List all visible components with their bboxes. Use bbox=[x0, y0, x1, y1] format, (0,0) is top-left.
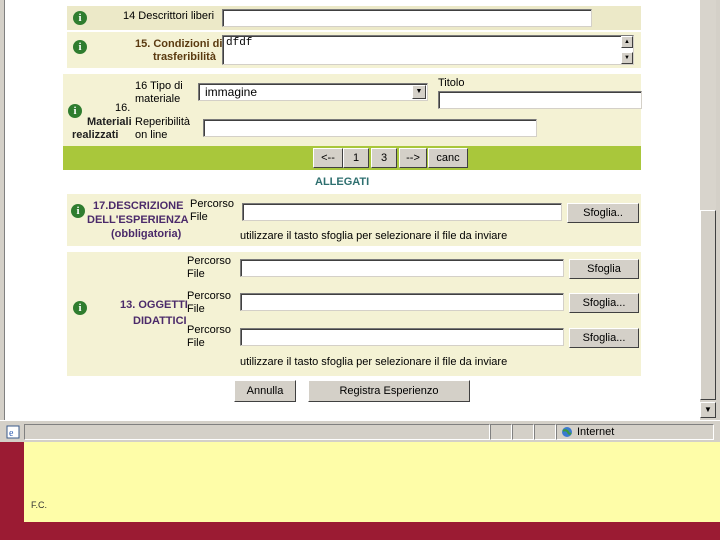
scroll-down-icon[interactable]: ▼ bbox=[621, 52, 633, 64]
status-cell bbox=[534, 424, 556, 440]
status-message bbox=[24, 424, 490, 440]
condizioni-textarea[interactable]: dfdf bbox=[222, 35, 634, 65]
info-icon[interactable]: i bbox=[71, 204, 85, 218]
next-button[interactable]: --> bbox=[399, 148, 427, 168]
globe-icon bbox=[562, 427, 572, 437]
browse-button[interactable]: Sfoglia bbox=[569, 259, 639, 279]
descrizione-label-3: (obbligatoria) bbox=[111, 228, 182, 240]
info-icon[interactable]: i bbox=[73, 40, 87, 54]
status-bar: e Internet bbox=[0, 420, 720, 442]
tipo-label: 16 Tipo di bbox=[135, 80, 183, 92]
chevron-down-icon[interactable]: ▼ bbox=[412, 85, 426, 99]
reperibilita-label-2: on line bbox=[135, 129, 168, 141]
row-descrittori: i 14 Descrittori liberi bbox=[67, 6, 641, 30]
slide-footer-panel: F.C. bbox=[24, 442, 720, 522]
materiali-label-2: Materiali bbox=[87, 116, 132, 128]
prev-button[interactable]: <-- bbox=[313, 148, 343, 168]
row-condizioni: i 15. Condizioni di trasferibilità dfdf … bbox=[67, 32, 641, 68]
browse-button[interactable]: Sfoglia... bbox=[569, 328, 639, 348]
status-zone-label: Internet bbox=[577, 426, 615, 438]
status-cell bbox=[490, 424, 512, 440]
oggetti-label: 13. OGGETTI bbox=[120, 299, 188, 311]
allegati-title: ALLEGATI bbox=[315, 176, 370, 188]
path-label-2: File bbox=[187, 303, 205, 315]
materiali-label: 16. bbox=[115, 102, 131, 114]
path-label: Percorso bbox=[187, 255, 232, 267]
annulla-button[interactable]: Annulla bbox=[234, 380, 296, 402]
info-icon[interactable]: i bbox=[73, 301, 87, 315]
tipo-label-2: materiale bbox=[135, 93, 181, 105]
svg-text:e: e bbox=[9, 428, 14, 439]
window-right-border bbox=[716, 0, 720, 440]
condizioni-label: 15. Condizioni di bbox=[135, 38, 223, 50]
oggetti-label-2: DIDATTICI bbox=[133, 315, 187, 327]
browse-button[interactable]: Sfoglia... bbox=[569, 293, 639, 313]
path-label: Percorso bbox=[187, 324, 232, 336]
row-materiali: i 16. Materiali realizzati 16 Tipo di ma… bbox=[63, 74, 642, 146]
descrittori-label: 14 Descrittori liberi bbox=[123, 10, 215, 22]
browse-hint: utilizzare il tasto sfoglia per selezion… bbox=[240, 230, 508, 242]
row-oggetti: i 13. OGGETTI DIDATTICI Percorso File Sf… bbox=[67, 252, 641, 376]
page-icon: e bbox=[5, 424, 21, 440]
info-icon[interactable]: i bbox=[73, 11, 87, 25]
page-1-button[interactable]: 1 bbox=[343, 148, 369, 168]
materiali-label-3: realizzati bbox=[72, 129, 119, 141]
titolo-label: Titolo bbox=[438, 77, 465, 89]
slide-footer: F.C. bbox=[0, 442, 720, 540]
form-page: i 14 Descrittori liberi i 15. Condizioni… bbox=[5, 0, 700, 418]
scrollbar-thumb[interactable] bbox=[700, 210, 716, 400]
info-icon[interactable]: i bbox=[68, 104, 82, 118]
path-label-2: File bbox=[187, 268, 205, 280]
canc-button[interactable]: canc bbox=[428, 148, 468, 168]
condizioni-label-2: trasferibilità bbox=[153, 51, 216, 63]
descrizione-label: 17.DESCRIZIONE bbox=[93, 200, 184, 212]
path-label: Percorso bbox=[190, 198, 235, 210]
row-descrizione: i 17.DESCRIZIONE DELL'ESPERIENZA (obblig… bbox=[67, 194, 641, 246]
path-label: Percorso bbox=[187, 290, 232, 302]
reperibilita-input[interactable] bbox=[203, 119, 537, 137]
tipo-select[interactable]: immagine ▼ bbox=[198, 83, 428, 101]
browse-button[interactable]: Sfoglia.. bbox=[567, 203, 639, 223]
footer-caption: F.C. bbox=[31, 500, 48, 510]
path-label-2: File bbox=[187, 337, 205, 349]
status-zone: Internet bbox=[556, 424, 714, 440]
status-cell bbox=[512, 424, 534, 440]
reperibilita-label: Reperibilità bbox=[135, 116, 191, 128]
oggetti-file-input-2[interactable] bbox=[240, 293, 564, 311]
path-label-2: File bbox=[190, 211, 208, 223]
oggetti-file-input-1[interactable] bbox=[240, 259, 564, 277]
page-3-button[interactable]: 3 bbox=[371, 148, 397, 168]
descrittori-input[interactable] bbox=[222, 9, 592, 27]
pager-bar: <-- 1 3 --> canc bbox=[63, 146, 641, 170]
descrizione-label-2: DELL'ESPERIENZA bbox=[87, 214, 189, 226]
browse-hint: utilizzare il tasto sfoglia per selezion… bbox=[240, 356, 508, 368]
vertical-scrollbar[interactable]: ▼ bbox=[700, 0, 716, 420]
scroll-down-icon[interactable]: ▼ bbox=[700, 402, 716, 418]
titolo-input[interactable] bbox=[438, 91, 642, 109]
tipo-select-value: immagine bbox=[205, 85, 258, 99]
oggetti-file-input-3[interactable] bbox=[240, 328, 564, 346]
scroll-up-icon[interactable]: ▲ bbox=[621, 36, 633, 48]
registra-button[interactable]: Registra Esperienzo bbox=[308, 380, 470, 402]
descrizione-file-input[interactable] bbox=[242, 203, 562, 221]
